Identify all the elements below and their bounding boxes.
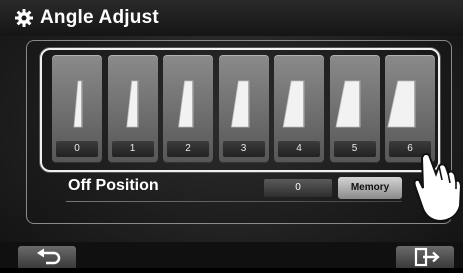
exit-icon	[414, 247, 440, 267]
angle-illustration-icon	[230, 80, 250, 128]
page-title: Angle Adjust	[40, 7, 159, 28]
angle-option-number: 4	[278, 141, 320, 157]
angle-option-6[interactable]: 6	[385, 55, 435, 163]
off-position-label: Off Position	[68, 177, 159, 194]
hand-pointer-icon	[413, 153, 462, 222]
angle-option-5[interactable]: 5	[329, 55, 380, 163]
back-button[interactable]	[18, 246, 76, 268]
angle-illustration-icon	[73, 80, 83, 128]
angle-option-2[interactable]: 2	[163, 55, 213, 163]
angle-illustration-icon	[282, 80, 305, 128]
angle-option-number: 5	[333, 141, 376, 157]
angle-illustration-icon	[335, 80, 361, 128]
angle-option-0[interactable]: 0	[52, 55, 102, 163]
angle-option-number: 3	[222, 141, 265, 157]
angle-option-number: 2	[167, 141, 209, 157]
off-position-divider	[66, 201, 402, 202]
angle-illustration-icon	[387, 80, 416, 128]
angle-illustration-icon	[178, 80, 194, 128]
back-arrow-icon	[37, 248, 61, 265]
angle-adjust-screen: Angle Adjust 0123456 Off Position 0 Memo…	[0, 0, 463, 268]
off-position-value: 0	[264, 179, 332, 197]
angle-option-3[interactable]: 3	[218, 55, 269, 163]
angle-option-number: 0	[56, 141, 98, 157]
memory-button[interactable]: Memory	[338, 177, 402, 199]
angle-illustration-icon	[125, 80, 139, 128]
exit-button[interactable]	[396, 246, 454, 268]
angle-option-1[interactable]: 1	[107, 55, 158, 163]
header-bar: Angle Adjust	[0, 0, 463, 36]
angle-option-4[interactable]: 4	[274, 55, 324, 163]
angle-option-number: 1	[111, 141, 154, 157]
gear-icon	[15, 9, 33, 27]
